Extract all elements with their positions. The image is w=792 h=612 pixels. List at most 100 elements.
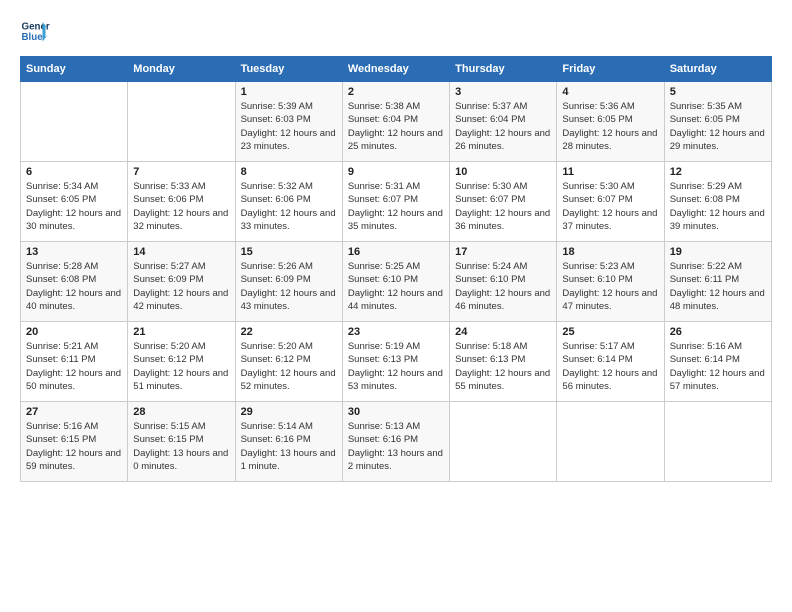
day-number: 30 [348, 406, 444, 418]
day-info: Sunrise: 5:30 AM Sunset: 6:07 PM Dayligh… [562, 180, 658, 233]
day-number: 25 [562, 326, 658, 338]
day-info: Sunrise: 5:22 AM Sunset: 6:11 PM Dayligh… [670, 260, 766, 313]
day-info: Sunrise: 5:37 AM Sunset: 6:04 PM Dayligh… [455, 100, 551, 153]
day-number: 27 [26, 406, 122, 418]
calendar-cell: 16 Sunrise: 5:25 AM Sunset: 6:10 PM Dayli… [342, 242, 449, 322]
calendar-cell: 30 Sunrise: 5:13 AM Sunset: 6:16 PM Dayli… [342, 402, 449, 482]
day-number: 7 [133, 166, 229, 178]
day-number: 28 [133, 406, 229, 418]
day-info: Sunrise: 5:33 AM Sunset: 6:06 PM Dayligh… [133, 180, 229, 233]
calendar-cell: 9 Sunrise: 5:31 AM Sunset: 6:07 PM Daylig… [342, 162, 449, 242]
day-info: Sunrise: 5:19 AM Sunset: 6:13 PM Dayligh… [348, 340, 444, 393]
calendar-cell: 26Sunrise: 5:16 AM Sunset: 6:14 PM Dayli… [664, 322, 771, 402]
day-info: Sunrise: 5:30 AM Sunset: 6:07 PM Dayligh… [455, 180, 551, 233]
day-number: 16 [348, 246, 444, 258]
calendar-cell: 25 Sunrise: 5:17 AM Sunset: 6:14 PM Dayli… [557, 322, 664, 402]
day-info: Sunrise: 5:27 AM Sunset: 6:09 PM Dayligh… [133, 260, 229, 313]
day-info: Sunrise: 5:15 AM Sunset: 6:15 PM Dayligh… [133, 420, 229, 473]
day-number: 12 [670, 166, 766, 178]
weekday-header-thursday: Thursday [450, 57, 557, 82]
calendar-cell: 7 Sunrise: 5:33 AM Sunset: 6:06 PM Daylig… [128, 162, 235, 242]
day-info: Sunrise: 5:36 AM Sunset: 6:05 PM Dayligh… [562, 100, 658, 153]
day-info: Sunrise: 5:31 AM Sunset: 6:07 PM Dayligh… [348, 180, 444, 233]
day-number: 23 [348, 326, 444, 338]
calendar-cell: 13 Sunrise: 5:28 AM Sunset: 6:08 PM Dayli… [21, 242, 128, 322]
calendar-cell [557, 402, 664, 482]
day-number: 2 [348, 86, 444, 98]
calendar-cell: 12 Sunrise: 5:29 AM Sunset: 6:08 PM Dayli… [664, 162, 771, 242]
day-number: 24 [455, 326, 551, 338]
day-info: Sunrise: 5:32 AM Sunset: 6:06 PM Dayligh… [241, 180, 337, 233]
day-info: Sunrise: 5:13 AM Sunset: 6:16 PM Dayligh… [348, 420, 444, 473]
day-info: Sunrise: 5:17 AM Sunset: 6:14 PM Dayligh… [562, 340, 658, 393]
calendar-cell: 2 Sunrise: 5:38 AM Sunset: 6:04 PM Daylig… [342, 82, 449, 162]
calendar-cell [664, 402, 771, 482]
svg-text:Blue: Blue [22, 32, 44, 43]
day-number: 3 [455, 86, 551, 98]
day-number: 4 [562, 86, 658, 98]
calendar-cell: 1Sunrise: 5:39 AM Sunset: 6:03 PM Daylig… [235, 82, 342, 162]
weekday-header-sunday: Sunday [21, 57, 128, 82]
day-number: 26 [670, 326, 766, 338]
day-info: Sunrise: 5:38 AM Sunset: 6:04 PM Dayligh… [348, 100, 444, 153]
calendar-cell: 20 Sunrise: 5:21 AM Sunset: 6:11 PM Dayli… [21, 322, 128, 402]
day-info: Sunrise: 5:16 AM Sunset: 6:15 PM Dayligh… [26, 420, 122, 473]
day-info: Sunrise: 5:18 AM Sunset: 6:13 PM Dayligh… [455, 340, 551, 393]
day-number: 13 [26, 246, 122, 258]
day-info: Sunrise: 5:39 AM Sunset: 6:03 PM Dayligh… [241, 100, 337, 153]
weekday-header-wednesday: Wednesday [342, 57, 449, 82]
day-info: Sunrise: 5:21 AM Sunset: 6:11 PM Dayligh… [26, 340, 122, 393]
page: General Blue SundayMondayTuesdayWednesda… [0, 0, 792, 612]
calendar-week-1: 1Sunrise: 5:39 AM Sunset: 6:03 PM Daylig… [21, 82, 772, 162]
calendar-cell [450, 402, 557, 482]
day-info: Sunrise: 5:26 AM Sunset: 6:09 PM Dayligh… [241, 260, 337, 313]
calendar-cell: 10Sunrise: 5:30 AM Sunset: 6:07 PM Dayli… [450, 162, 557, 242]
day-number: 14 [133, 246, 229, 258]
day-info: Sunrise: 5:23 AM Sunset: 6:10 PM Dayligh… [562, 260, 658, 313]
day-number: 9 [348, 166, 444, 178]
day-info: Sunrise: 5:20 AM Sunset: 6:12 PM Dayligh… [133, 340, 229, 393]
calendar-cell: 28 Sunrise: 5:15 AM Sunset: 6:15 PM Dayli… [128, 402, 235, 482]
calendar-cell: 5Sunrise: 5:35 AM Sunset: 6:05 PM Daylig… [664, 82, 771, 162]
calendar-cell: 22 Sunrise: 5:20 AM Sunset: 6:12 PM Dayli… [235, 322, 342, 402]
calendar-cell: 18 Sunrise: 5:23 AM Sunset: 6:10 PM Dayli… [557, 242, 664, 322]
header: General Blue [20, 16, 772, 46]
calendar-table: SundayMondayTuesdayWednesdayThursdayFrid… [20, 56, 772, 482]
calendar-cell [128, 82, 235, 162]
calendar-cell: 17Sunrise: 5:24 AM Sunset: 6:10 PM Dayli… [450, 242, 557, 322]
weekday-header-row: SundayMondayTuesdayWednesdayThursdayFrid… [21, 57, 772, 82]
day-number: 15 [241, 246, 337, 258]
day-info: Sunrise: 5:34 AM Sunset: 6:05 PM Dayligh… [26, 180, 122, 233]
weekday-header-friday: Friday [557, 57, 664, 82]
day-info: Sunrise: 5:20 AM Sunset: 6:12 PM Dayligh… [241, 340, 337, 393]
calendar-week-2: 6 Sunrise: 5:34 AM Sunset: 6:05 PM Daylig… [21, 162, 772, 242]
logo: General Blue [20, 16, 54, 46]
day-info: Sunrise: 5:28 AM Sunset: 6:08 PM Dayligh… [26, 260, 122, 313]
day-number: 6 [26, 166, 122, 178]
calendar-cell: 23 Sunrise: 5:19 AM Sunset: 6:13 PM Dayli… [342, 322, 449, 402]
calendar-cell: 14 Sunrise: 5:27 AM Sunset: 6:09 PM Dayli… [128, 242, 235, 322]
calendar-week-5: 27 Sunrise: 5:16 AM Sunset: 6:15 PM Dayli… [21, 402, 772, 482]
day-number: 5 [670, 86, 766, 98]
day-number: 8 [241, 166, 337, 178]
calendar-cell: 11Sunrise: 5:30 AM Sunset: 6:07 PM Dayli… [557, 162, 664, 242]
calendar-cell: 8 Sunrise: 5:32 AM Sunset: 6:06 PM Daylig… [235, 162, 342, 242]
calendar-cell: 27 Sunrise: 5:16 AM Sunset: 6:15 PM Dayli… [21, 402, 128, 482]
day-info: Sunrise: 5:29 AM Sunset: 6:08 PM Dayligh… [670, 180, 766, 233]
day-number: 18 [562, 246, 658, 258]
calendar-cell: 21 Sunrise: 5:20 AM Sunset: 6:12 PM Dayli… [128, 322, 235, 402]
calendar-week-3: 13 Sunrise: 5:28 AM Sunset: 6:08 PM Dayli… [21, 242, 772, 322]
day-number: 21 [133, 326, 229, 338]
svg-text:General: General [22, 22, 51, 33]
calendar-cell: 3 Sunrise: 5:37 AM Sunset: 6:04 PM Daylig… [450, 82, 557, 162]
day-number: 19 [670, 246, 766, 258]
day-info: Sunrise: 5:25 AM Sunset: 6:10 PM Dayligh… [348, 260, 444, 313]
calendar-cell: 29Sunrise: 5:14 AM Sunset: 6:16 PM Dayli… [235, 402, 342, 482]
calendar-week-4: 20 Sunrise: 5:21 AM Sunset: 6:11 PM Dayli… [21, 322, 772, 402]
day-number: 20 [26, 326, 122, 338]
day-info: Sunrise: 5:24 AM Sunset: 6:10 PM Dayligh… [455, 260, 551, 313]
weekday-header-saturday: Saturday [664, 57, 771, 82]
weekday-header-tuesday: Tuesday [235, 57, 342, 82]
day-number: 22 [241, 326, 337, 338]
day-info: Sunrise: 5:14 AM Sunset: 6:16 PM Dayligh… [241, 420, 337, 473]
